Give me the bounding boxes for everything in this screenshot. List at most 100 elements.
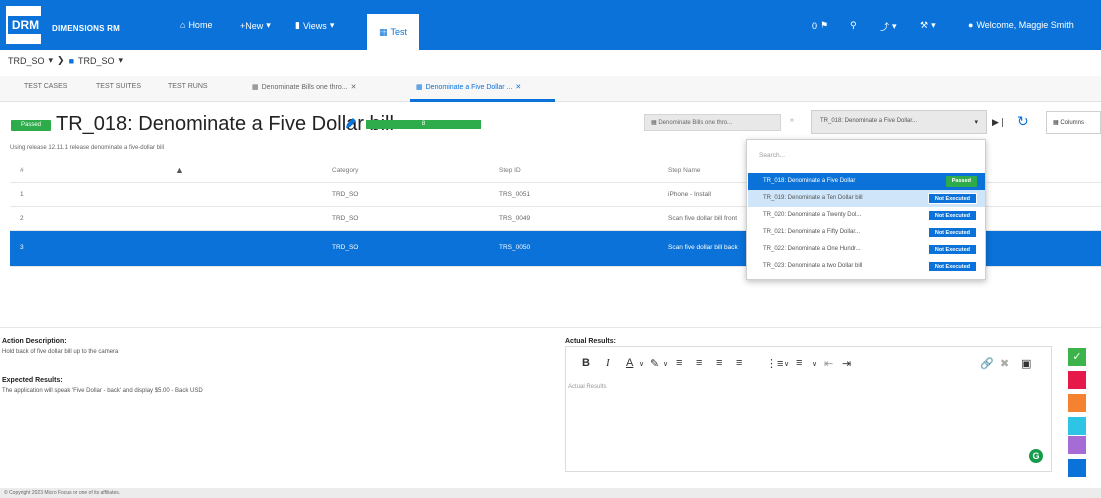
status-deferred-swatch[interactable]: [1068, 436, 1086, 454]
caret-down-icon: ▾: [974, 119, 978, 126]
status-pass-swatch[interactable]: ✓: [1068, 348, 1086, 366]
dropdown-item-label: TR_021: Denominate a Fifty Dollar...: [763, 229, 861, 235]
header-step-id[interactable]: Step ID: [499, 167, 521, 174]
search-icon[interactable]: ⚲: [850, 20, 857, 31]
row-number: 2: [20, 215, 24, 222]
chevron-down-icon[interactable]: ▾: [119, 55, 124, 66]
status-info-swatch[interactable]: [1068, 417, 1086, 435]
test-run-selector[interactable]: TR_018: Denominate a Five Dollar... ▾: [811, 110, 987, 134]
highlight-icon[interactable]: ✎: [650, 357, 659, 370]
brand-name: DIMENSIONS RM: [52, 24, 120, 33]
chevron-down-icon: ▾: [329, 20, 335, 30]
dropdown-item[interactable]: TR_022: Denominate a One Hundr... Not Ex…: [748, 241, 985, 258]
status-badge: Not Executed: [927, 227, 977, 238]
tab-label: TEST SUITES: [96, 83, 141, 90]
user-menu[interactable]: ● Welcome, Maggie Smith: [968, 20, 1074, 30]
warning-icon[interactable]: ▲: [175, 165, 184, 175]
font-color-button[interactable]: A: [626, 357, 633, 369]
status-fail-swatch[interactable]: [1068, 371, 1086, 389]
logo[interactable]: DRM: [0, 0, 47, 50]
unlink-icon[interactable]: ✖: [1000, 357, 1009, 370]
row-category: TRD_SO: [332, 244, 359, 251]
dropdown-item[interactable]: TR_021: Denominate a Fifty Dollar... Not…: [748, 224, 985, 241]
test-run-dropdown: Search... TR_018: Denominate a Five Doll…: [746, 139, 986, 280]
header-number[interactable]: #: [20, 167, 24, 174]
row-number: 3: [20, 244, 24, 251]
chevron-down-icon: ▾: [266, 20, 271, 30]
flag-icon: ⚑: [820, 20, 829, 30]
dropdown-item-label: TR_018: Denominate a Five Dollar: [763, 178, 856, 184]
tab-test-cases[interactable]: TEST CASES: [24, 83, 67, 90]
tab-label: TEST CASES: [24, 83, 68, 90]
next-run-button[interactable]: ▶❘: [992, 117, 1006, 128]
close-icon[interactable]: ✕: [351, 83, 357, 91]
test-run-selector-label: TR_018: Denominate a Five Dollar...: [820, 118, 918, 124]
close-icon[interactable]: ✕: [515, 83, 521, 91]
status-blocked-swatch[interactable]: [1068, 394, 1086, 412]
status-badge: Not Executed: [927, 210, 977, 221]
image-icon[interactable]: ▣: [1021, 357, 1031, 370]
nav-views[interactable]: ▮ Views ▾: [295, 20, 334, 31]
row-step-name: Scan five dollar bill front: [668, 215, 738, 222]
divider: [0, 327, 1101, 328]
refresh-icon[interactable]: ↻: [1017, 113, 1029, 130]
actual-results-input[interactable]: Actual Results: [568, 384, 606, 390]
editor-toolbar: B I A ∨ ✎ ∨ ≡ ≡ ≡ ≡ ⋮≡ ∨ ≡ ∨ ⇤ ⇥ 🔗 ✖ ▣: [566, 347, 1051, 381]
notification-count: 0: [812, 20, 818, 31]
dropdown-item-label: TR_022: Denominate a One Hundr...: [763, 246, 861, 252]
status-badge: Passed: [945, 176, 977, 187]
link-icon[interactable]: 🔗: [980, 357, 994, 370]
align-justify-icon[interactable]: ≡: [736, 357, 742, 369]
bullet-list-icon[interactable]: ⋮≡: [766, 357, 783, 370]
chevron-down-icon: ▾: [931, 20, 936, 30]
chevron-right-icon: ❯: [57, 55, 65, 65]
suite-selector[interactable]: ▦ Denominate Bills one thro...: [644, 114, 781, 131]
app-root: DRM DIMENSIONS RM ⌂ Home +New ▾ ▮ Views …: [0, 0, 1101, 498]
grammarly-icon[interactable]: G: [1029, 449, 1043, 463]
header-step-name[interactable]: Step Name: [668, 167, 701, 174]
breadcrumb-item-2[interactable]: TRD_SO: [78, 56, 115, 66]
indent-icon[interactable]: ⇥: [842, 357, 851, 370]
dropdown-item[interactable]: TR_020: Denominate a Twenty Dol... Not E…: [748, 207, 985, 224]
numbered-list-icon[interactable]: ≡: [796, 357, 802, 369]
breadcrumb-separator: »: [790, 117, 794, 124]
dropdown-search-input[interactable]: Search...: [759, 152, 785, 159]
align-right-icon[interactable]: ≡: [716, 357, 722, 369]
nav-test[interactable]: ▦ Test: [367, 14, 419, 50]
tab-test-suites[interactable]: TEST SUITES: [96, 83, 141, 90]
chevron-down-icon[interactable]: ▾: [49, 55, 54, 66]
notifications[interactable]: 0 ⚑: [812, 20, 828, 31]
tools-menu[interactable]: ⚒ ▾: [920, 20, 936, 31]
align-left-icon[interactable]: ≡: [676, 357, 682, 369]
share-menu[interactable]: ⤴ ▾: [880, 20, 897, 33]
actual-results-editor[interactable]: B I A ∨ ✎ ∨ ≡ ≡ ≡ ≡ ⋮≡ ∨ ≡ ∨ ⇤ ⇥ 🔗 ✖ ▣ A…: [565, 346, 1052, 472]
tab-suite-denominate-bills[interactable]: ▦ Denominate Bills one thro... ✕: [252, 83, 357, 92]
align-center-icon[interactable]: ≡: [696, 357, 702, 369]
breadcrumb-item-1[interactable]: TRD_SO: [8, 56, 45, 66]
dropdown-item-label: TR_019: Denominate a Ten Dollar bill: [763, 195, 863, 201]
pencil-icon[interactable]: [344, 116, 358, 130]
chevron-down-icon[interactable]: ∨: [639, 360, 644, 368]
row-step-id: TRS_0050: [499, 244, 531, 251]
chevron-down-icon[interactable]: ∨: [663, 360, 668, 368]
columns-button[interactable]: ▦ Columns: [1046, 111, 1101, 134]
outdent-icon[interactable]: ⇤: [824, 357, 833, 370]
home-icon: ⌂: [180, 20, 186, 30]
bold-button[interactable]: B: [582, 357, 590, 369]
welcome-text: Welcome, Maggie Smith: [976, 20, 1074, 30]
italic-button[interactable]: I: [606, 357, 610, 369]
chevron-down-icon[interactable]: ∨: [784, 360, 789, 368]
chevron-down-icon[interactable]: ∨: [812, 360, 817, 368]
header-category[interactable]: Category: [332, 167, 358, 174]
dropdown-item[interactable]: TR_018: Denominate a Five Dollar Passed: [748, 173, 985, 190]
dropdown-item[interactable]: TR_023: Denominate a two Dollar bill Not…: [748, 258, 985, 275]
tab-run-five-dollar[interactable]: ▦ Denominate a Five Dollar ... ✕: [416, 83, 521, 92]
columns-label: Columns: [1060, 120, 1085, 126]
tab-test-runs[interactable]: TEST RUNS: [168, 83, 208, 90]
row-category: TRD_SO: [332, 191, 359, 198]
dropdown-item[interactable]: TR_019: Denominate a Ten Dollar bill Not…: [748, 190, 985, 207]
nav-new[interactable]: +New ▾: [240, 20, 271, 31]
test-icon: ▦: [378, 26, 388, 37]
nav-home[interactable]: ⌂ Home: [180, 20, 212, 30]
status-notexec-swatch[interactable]: [1068, 459, 1086, 477]
